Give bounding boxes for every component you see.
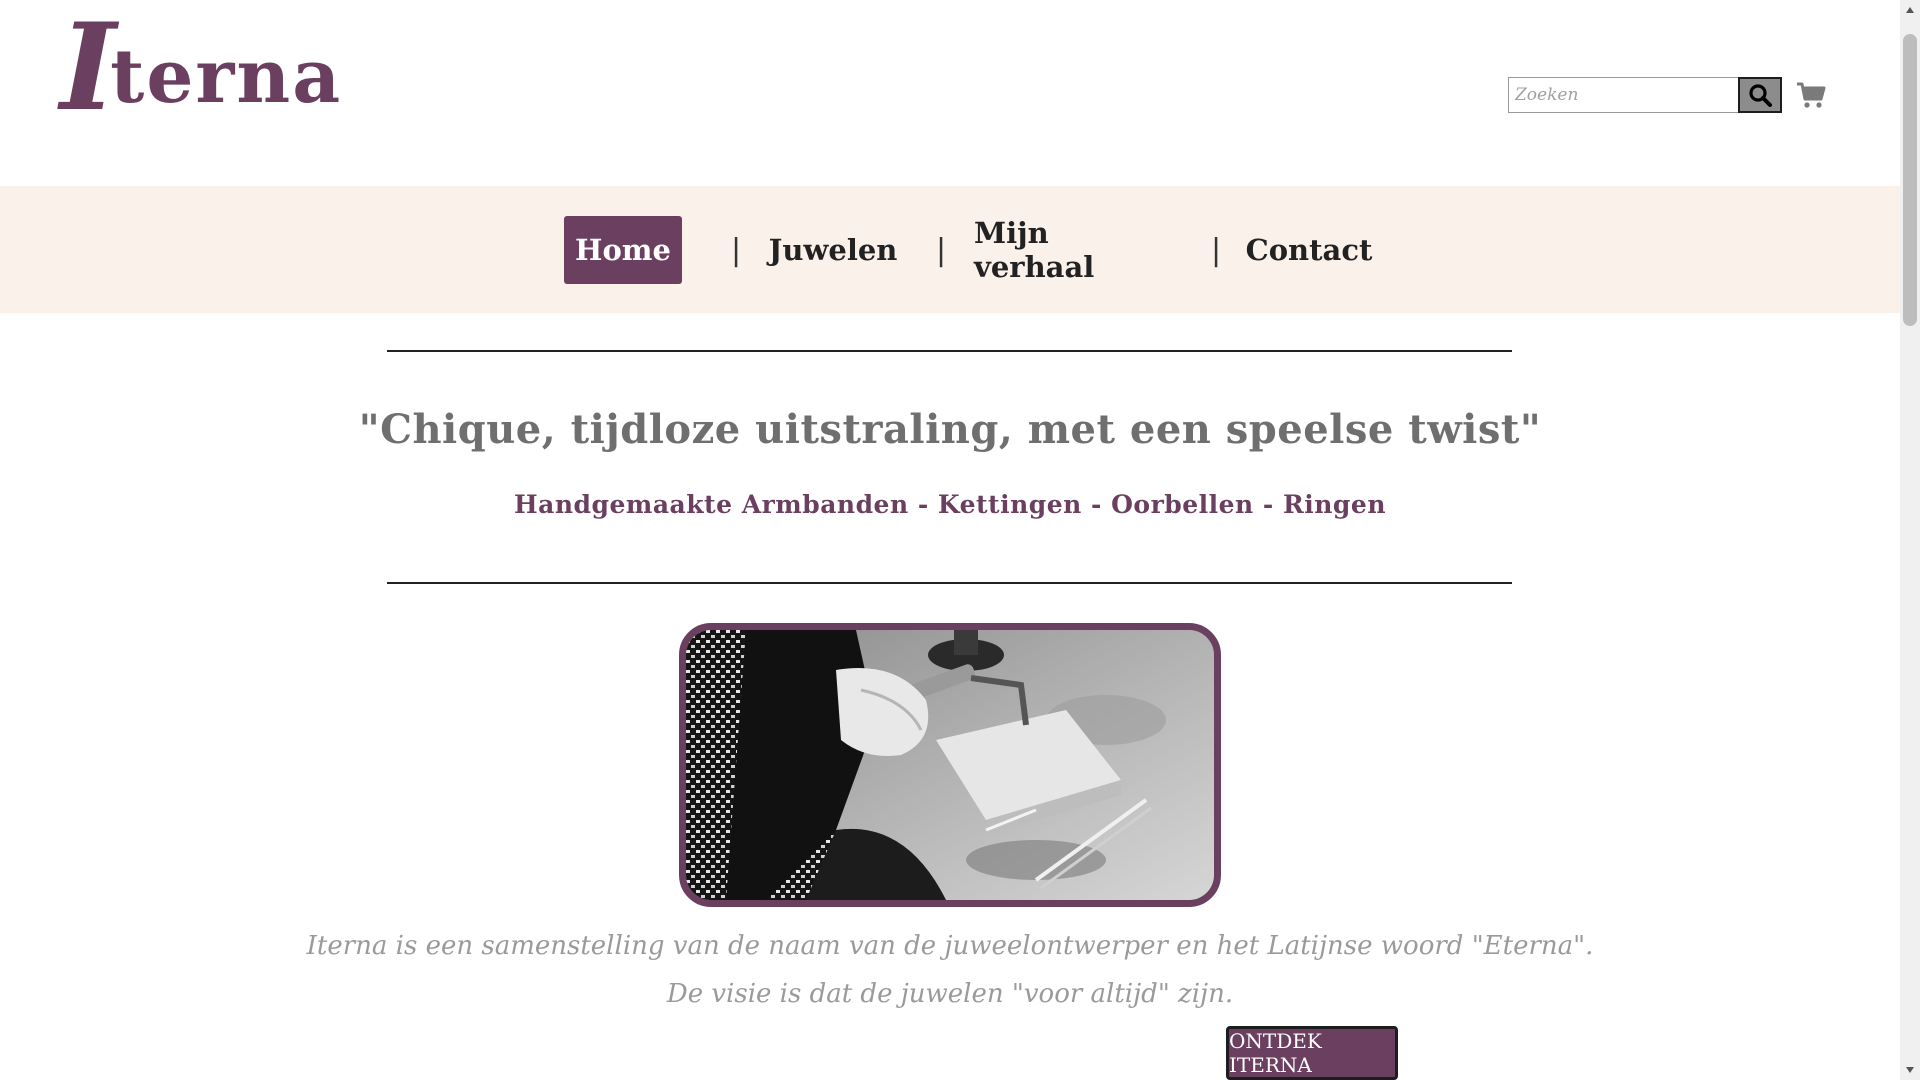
arrow-down-icon [1906, 1067, 1914, 1073]
tagline-quote: "Chique, tijdloze uitstraling, met een s… [358, 406, 1542, 453]
arrow-up-icon [1906, 7, 1914, 13]
logo-initial: I [60, 0, 117, 138]
nav-separator: | [936, 233, 947, 268]
scroll-thumb[interactable] [1903, 34, 1917, 326]
search-button[interactable] [1738, 77, 1782, 113]
discover-button[interactable]: ONTDEK ITERNA [1226, 1026, 1398, 1080]
nav-contact[interactable]: Contact [1246, 216, 1373, 284]
page: I terna Home | Juwelen | Mijn verhaal | [0, 0, 1900, 1080]
nav-juwelen[interactable]: Juwelen [768, 216, 898, 284]
cart-button[interactable] [1796, 80, 1826, 110]
intro-line-2: De visie is dat de juwelen "voor altijd"… [666, 979, 1234, 1009]
search-bar [1508, 77, 1782, 113]
nav-separator: | [731, 233, 742, 268]
nav-home[interactable]: Home [564, 216, 682, 284]
vertical-scrollbar[interactable] [1900, 0, 1920, 1080]
divider-bottom [387, 582, 1512, 584]
jeweler-workbench-image [686, 630, 1214, 900]
main-navigation: Home | Juwelen | Mijn verhaal | Contact [0, 186, 1900, 313]
search-input[interactable] [1508, 77, 1738, 113]
intro-text: Iterna is een samenstelling van de naam … [300, 922, 1600, 1018]
hero-photo [679, 623, 1221, 907]
product-categories: Handgemaakte Armbanden - Kettingen - Oor… [514, 490, 1386, 519]
intro-line-1: Iterna is een samenstelling van de naam … [306, 931, 1594, 961]
shopping-cart-icon [1797, 82, 1826, 108]
logo-text: terna [110, 34, 343, 120]
site-logo[interactable]: I terna [60, 4, 343, 128]
nav-separator: | [1211, 233, 1222, 268]
nav-mijn-verhaal[interactable]: Mijn verhaal [974, 216, 1170, 284]
scroll-down-arrow[interactable] [1900, 1060, 1920, 1080]
scroll-up-arrow[interactable] [1900, 0, 1920, 20]
divider-top [387, 350, 1512, 352]
search-icon [1749, 84, 1772, 107]
